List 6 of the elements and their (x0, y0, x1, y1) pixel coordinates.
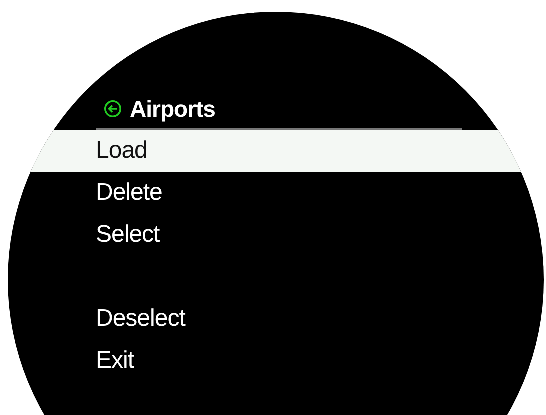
menu-item[interactable]: Select (8, 214, 544, 256)
menu-item[interactable]: Deselect (8, 298, 544, 340)
screen-title: Airports (130, 96, 216, 122)
menu-item[interactable]: Exit (8, 340, 544, 382)
back-icon[interactable] (104, 100, 122, 118)
menu-item[interactable]: Delete (8, 172, 544, 214)
